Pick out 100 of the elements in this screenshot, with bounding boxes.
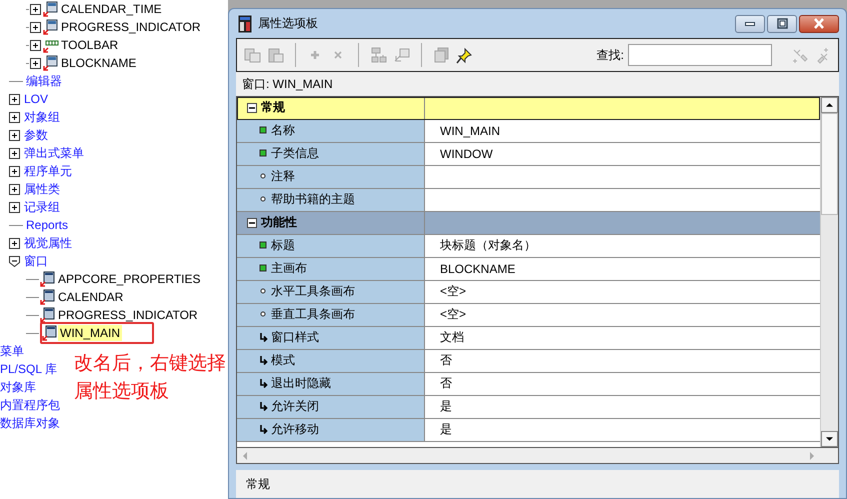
annotation-text: 改名后，右键选择 属性选项板 (74, 352, 226, 404)
minimize-icon (745, 22, 755, 26)
property-value[interactable]: WINDOW (440, 146, 493, 161)
maximize-icon (776, 18, 788, 30)
expand-icon[interactable] (30, 40, 41, 50)
tree-node[interactable]: 程序单元 (22, 163, 74, 179)
tree-item[interactable]: CALENDAR_TIME (59, 1, 164, 17)
tree-node[interactable]: 菜单 (0, 342, 60, 360)
set-marker-icon (259, 241, 268, 250)
property-value[interactable]: <空> (440, 283, 466, 300)
search-label: 查找: (596, 46, 624, 64)
scroll-down-icon[interactable] (821, 431, 838, 448)
tree-node[interactable]: PL/SQL 库 (0, 360, 60, 378)
expand-icon[interactable] (9, 94, 20, 104)
paste-icon (267, 46, 284, 64)
hierarchy-arrow-icon (393, 46, 410, 64)
pushpin-icon (456, 46, 473, 64)
inherit-arrow-icon (259, 356, 268, 366)
tree-node[interactable]: LOV (22, 91, 50, 107)
expand-icon[interactable] (9, 112, 20, 122)
tree-node[interactable]: 记录组 (22, 199, 62, 215)
tree-node[interactable]: 弹出式菜单 (22, 145, 86, 161)
expand-icon[interactable] (9, 238, 20, 248)
tree-node[interactable]: 视觉属性 (22, 235, 74, 251)
expand-icon[interactable] (9, 148, 20, 158)
category-row[interactable]: 常规 (237, 96, 820, 120)
tree-item[interactable]: WIN_MAIN (58, 325, 122, 341)
context-label: 窗口: WIN_MAIN (236, 72, 839, 96)
tree-node[interactable]: 对象库 (0, 378, 60, 396)
property-name: 子类信息 (271, 145, 319, 162)
pushpin-button[interactable] (455, 46, 474, 65)
property-name: 垂直工具条画布 (271, 306, 355, 324)
category-label: 功能性 (261, 214, 297, 232)
tree-item[interactable]: CALENDAR (56, 289, 126, 305)
property-name: 模式 (271, 352, 295, 370)
property-value[interactable]: 是 (440, 398, 452, 416)
property-value[interactable]: 否 (440, 352, 452, 370)
search-field[interactable] (628, 44, 772, 66)
inherit-arrow-icon (259, 425, 268, 434)
tree-item[interactable]: PROGRESS_INDICATOR (59, 19, 203, 35)
dot-icon (259, 287, 268, 296)
collapse-icon[interactable] (9, 256, 20, 266)
maximize-button[interactable] (767, 14, 797, 33)
vertical-scrollbar[interactable] (820, 96, 838, 448)
property-value[interactable]: WIN_MAIN (440, 124, 500, 138)
tree-node[interactable]: 参数 (22, 127, 50, 143)
stacked-pages-icon (433, 46, 450, 64)
property-value[interactable]: 否 (440, 375, 452, 392)
close-button[interactable] (799, 14, 839, 33)
tree-item[interactable]: APPCORE_PROPERTIES (56, 271, 202, 287)
property-value[interactable]: <空> (440, 306, 466, 324)
tree-node[interactable]: 内置程序包 (0, 396, 60, 414)
item-icon (43, 55, 59, 71)
tree-item[interactable]: BLOCKNAME (59, 55, 138, 71)
property-name: 帮助书籍的主题 (271, 191, 355, 208)
expand-icon[interactable] (9, 130, 20, 140)
property-name: 允许关闭 (271, 398, 319, 416)
window-icon (42, 325, 58, 341)
copy-icon (244, 46, 261, 64)
tree-node[interactable]: 编辑器 (24, 73, 64, 89)
property-name: 标题 (271, 237, 295, 254)
expand-icon[interactable] (30, 4, 41, 14)
tree-node[interactable]: 对象组 (22, 109, 62, 125)
minimize-button[interactable] (735, 14, 765, 33)
property-name: 名称 (271, 122, 295, 140)
window-icon (40, 271, 56, 287)
property-name: 注释 (271, 168, 295, 186)
tree-node[interactable]: 属性类 (22, 181, 62, 197)
property-value[interactable]: 块标题（对象名） (440, 237, 536, 254)
expand-icon[interactable] (9, 166, 20, 176)
property-name: 水平工具条画布 (271, 283, 355, 300)
expand-icon[interactable] (30, 58, 41, 68)
satellite-icon (791, 46, 808, 64)
set-marker-icon (259, 126, 268, 136)
tree-node[interactable]: 数据库对象 (0, 414, 60, 432)
property-value[interactable]: 文档 (440, 329, 464, 346)
status-bar: 常规 (236, 470, 839, 498)
window-icon (40, 307, 56, 323)
expand-icon[interactable] (9, 184, 20, 194)
property-name: 允许移动 (271, 421, 319, 438)
set-marker-icon (259, 264, 268, 274)
scrollbar-thumb[interactable] (821, 112, 838, 215)
expand-icon[interactable] (9, 202, 20, 212)
tree-item[interactable]: TOOLBAR (59, 37, 120, 53)
property-name: 主画布 (271, 260, 307, 278)
dot-icon (259, 195, 268, 204)
tree-node[interactable]: Reports (24, 217, 70, 233)
tree-node[interactable]: 窗口 (22, 253, 50, 269)
property-name: 退出时隐藏 (271, 375, 331, 392)
property-name: 窗口样式 (271, 329, 319, 346)
collapse-icon[interactable] (247, 102, 257, 113)
category-row[interactable]: 功能性 (237, 212, 820, 235)
scroll-up-icon[interactable] (821, 96, 838, 113)
dot-icon (259, 310, 268, 320)
property-value[interactable]: BLOCKNAME (440, 262, 516, 276)
tree-item[interactable]: PROGRESS_INDICATOR (56, 307, 200, 323)
expand-icon[interactable] (30, 22, 41, 32)
collapse-icon[interactable] (247, 218, 257, 228)
item-icon (43, 19, 59, 35)
property-value[interactable]: 是 (440, 421, 452, 438)
